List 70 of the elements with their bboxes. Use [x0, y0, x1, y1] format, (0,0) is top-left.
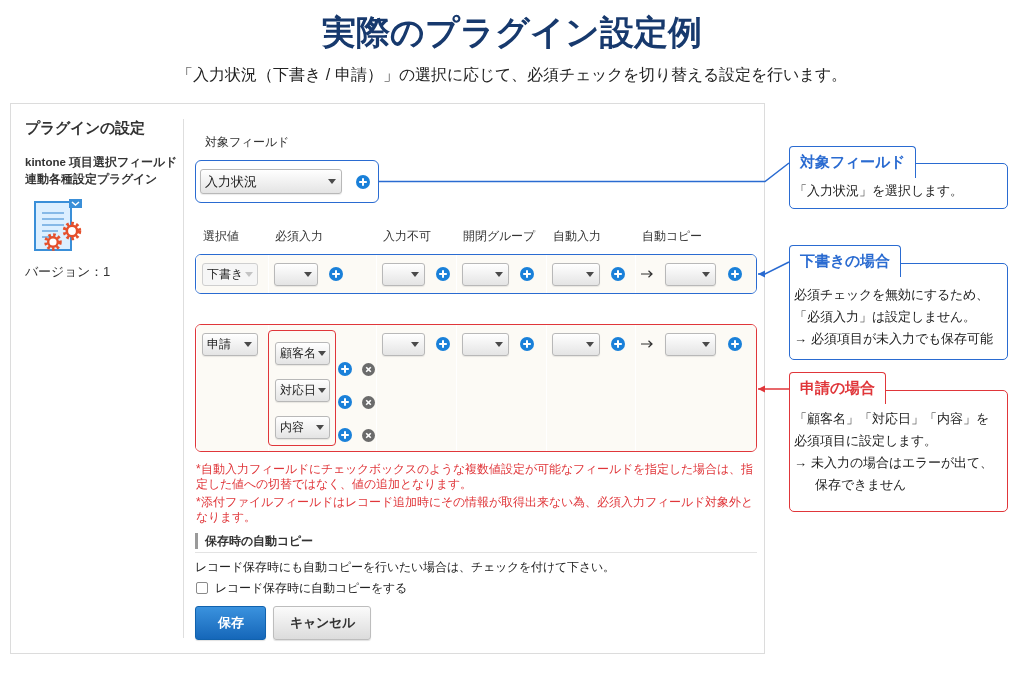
- page-title: 実際のプラグイン設定例: [322, 12, 702, 52]
- caret-icon: [245, 271, 253, 277]
- column-header: 選択値: [203, 228, 239, 245]
- right-arrow-icon: [641, 270, 653, 278]
- column-header: 必須入力: [275, 228, 323, 245]
- note-text: *添付ファイルフィールドはレコード追加時にその情報が取得出来ない為、必須入力フィールド対象外となります。: [196, 495, 754, 525]
- caret-icon: [411, 271, 419, 277]
- save-button[interactable]: 保存: [195, 606, 266, 640]
- section-heading: 保存時の自動コピー: [195, 533, 313, 549]
- callout-title: 下書きの場合: [788, 245, 901, 277]
- field-label: 対象フィールド: [205, 134, 289, 151]
- x-circle-icon[interactable]: [362, 362, 375, 376]
- plus-circle-icon[interactable]: [611, 337, 625, 351]
- callout-text: 「入力状況」を選択します。: [794, 181, 964, 200]
- plus-circle-icon[interactable]: [338, 395, 352, 409]
- callout-title: 対象フィールド: [788, 145, 916, 178]
- caret-icon: [317, 350, 326, 356]
- sidebar-heading: プラグインの設定: [25, 119, 145, 137]
- caret-icon: [304, 271, 312, 277]
- column-header: 自動入力: [553, 228, 601, 245]
- plus-circle-icon[interactable]: [436, 267, 450, 281]
- callout-text: → 未入力の場合はエラーが出て、 保存できません: [794, 454, 994, 494]
- plus-circle-icon[interactable]: [728, 267, 742, 281]
- callout-text: → 必須項目が未入力でも保存可能: [794, 330, 994, 348]
- plus-circle-icon[interactable]: [520, 337, 534, 351]
- cancel-button[interactable]: キャンセル: [273, 606, 371, 640]
- checkbox-label: レコード保存時に自動コピーをする: [215, 580, 407, 597]
- plus-circle-icon[interactable]: [436, 337, 450, 351]
- document-gears-icon: [33, 199, 82, 252]
- right-arrow-icon: [641, 340, 653, 348]
- plus-circle-icon[interactable]: [355, 174, 370, 189]
- caret-icon: [495, 341, 503, 347]
- dropdown[interactable]: 申請: [202, 332, 258, 356]
- note-text: *自動入力フィールドにチェックボックスのような複数値設定が可能なフィールドを指定した場合は、指定した値への切替ではなく、値の追加となります。: [196, 462, 754, 492]
- caret-icon: [586, 271, 594, 277]
- plugin-name: kintone 項目選択フィールド 連動各種設定プラグイン: [25, 155, 178, 187]
- plus-circle-icon[interactable]: [611, 267, 625, 281]
- caret-icon: [702, 271, 710, 277]
- callout-text: 必須チェックを無効にするため、 「必須入力」は設定しません。: [794, 286, 990, 326]
- caret-icon: [586, 341, 594, 347]
- plus-circle-icon[interactable]: [338, 362, 352, 376]
- caret-icon: [315, 424, 324, 430]
- plus-circle-icon[interactable]: [329, 267, 343, 281]
- caret-icon: [317, 387, 326, 393]
- checkbox[interactable]: [196, 582, 208, 594]
- plus-circle-icon[interactable]: [520, 267, 534, 281]
- dropdown[interactable]: 入力状況: [199, 169, 342, 194]
- page-subtitle: 「入力状況（下書き / 申請）」の選択に応じて、必須チェックを切り替える設定を行います。: [177, 65, 847, 85]
- caret-icon: [244, 341, 252, 347]
- caret-icon: [411, 341, 419, 347]
- callout-text: 「顧客名」「対応日」「内容」を 必須項目に設定します。: [794, 410, 990, 450]
- plus-circle-icon[interactable]: [728, 337, 742, 351]
- x-circle-icon[interactable]: [362, 395, 375, 409]
- caret-icon: [495, 271, 503, 277]
- caret-icon: [702, 341, 710, 347]
- caret-icon: [327, 179, 336, 184]
- dropdown[interactable]: [382, 332, 425, 356]
- column-header: 入力不可: [383, 228, 431, 245]
- version-label: バージョン：1: [25, 263, 111, 281]
- column-header: 開閉グループ: [463, 228, 535, 245]
- dropdown[interactable]: 顧客名: [274, 341, 330, 365]
- plus-circle-icon[interactable]: [338, 428, 352, 442]
- dropdown[interactable]: [274, 262, 318, 286]
- description-text: レコード保存時にも自動コピーを行いたい場合は、チェックを付けて下さい。: [195, 559, 615, 576]
- x-circle-icon[interactable]: [362, 428, 375, 442]
- dropdown[interactable]: 対応日: [274, 378, 330, 402]
- column-header: 自動コピー: [642, 228, 702, 245]
- dropdown[interactable]: 内容: [274, 415, 330, 439]
- dropdown[interactable]: [382, 262, 425, 286]
- callout-title: 申請の場合: [788, 372, 886, 404]
